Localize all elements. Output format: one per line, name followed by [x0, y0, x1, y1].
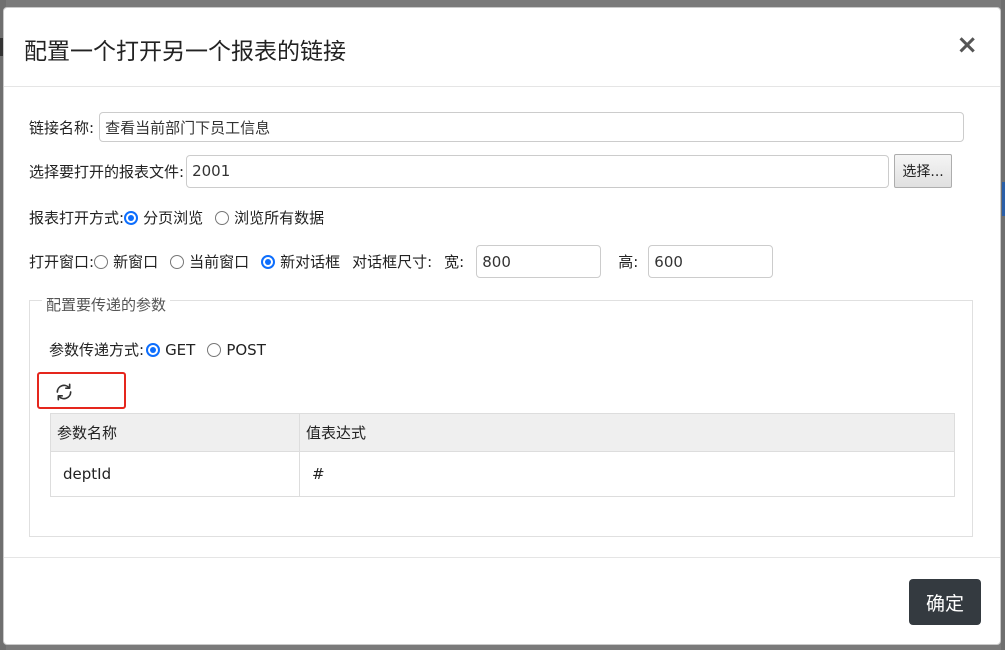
backdrop-right: [1001, 0, 1005, 650]
method-post-radio[interactable]: [207, 342, 222, 357]
open-window-label: 打开窗口:: [29, 253, 95, 271]
window-dialog-radio[interactable]: [261, 254, 276, 269]
window-dialog-label: 新对话框: [280, 253, 341, 271]
link-name-row: 链接名称:: [29, 112, 965, 142]
refresh-icon[interactable]: [54, 382, 74, 402]
param-method-row: 参数传递方式: GET POST: [49, 339, 278, 360]
close-icon[interactable]: ×: [956, 32, 978, 58]
method-get-label: GET: [165, 340, 196, 359]
report-file-row: 选择要打开的报表文件: 选择...: [29, 154, 953, 188]
window-current-label: 当前窗口: [189, 253, 250, 271]
link-config-dialog: 配置一个打开另一个报表的链接 × 链接名称: 选择要打开的报表文件: 选择...…: [3, 7, 1001, 645]
open-mode-row: 报表打开方式: 分页浏览 浏览所有数据: [29, 207, 336, 228]
dialog-footer: 确定: [4, 557, 1000, 646]
params-legend: 配置要传递的参数: [42, 294, 171, 315]
param-name-cell[interactable]: deptId: [50, 451, 300, 497]
table-row[interactable]: deptId #: [50, 451, 955, 497]
param-value-cell[interactable]: #: [299, 451, 955, 497]
window-new-radio[interactable]: [94, 254, 109, 269]
column-header-value-expression: 值表达式: [299, 413, 955, 452]
link-name-input[interactable]: [99, 112, 965, 142]
window-current-radio[interactable]: [170, 254, 185, 269]
link-name-label: 链接名称:: [29, 118, 95, 137]
method-get-radio[interactable]: [146, 342, 161, 357]
ok-button[interactable]: 确定: [909, 579, 981, 625]
dialog-width-input[interactable]: [476, 245, 602, 278]
dialog-size-label: 对话框尺寸:: [352, 253, 433, 271]
width-label: 宽:: [444, 253, 465, 271]
choose-file-button[interactable]: 选择...: [894, 154, 953, 188]
height-label: 高:: [618, 253, 639, 271]
method-post-label: POST: [226, 340, 266, 359]
method-get-option[interactable]: GET: [146, 341, 195, 359]
params-table: 参数名称 值表达式 deptId #: [50, 413, 955, 497]
open-mode-all-option[interactable]: 浏览所有数据: [215, 207, 324, 228]
dialog-height-input[interactable]: [648, 245, 774, 278]
method-post-option[interactable]: POST: [207, 341, 266, 359]
column-header-param-name: 参数名称: [50, 413, 300, 452]
params-table-header: 参数名称 值表达式: [50, 413, 955, 452]
open-mode-paged-label: 分页浏览: [143, 209, 204, 227]
open-mode-paged-option[interactable]: 分页浏览: [124, 207, 203, 228]
refresh-highlight-box: [37, 372, 126, 409]
report-file-input[interactable]: [186, 154, 890, 188]
open-mode-all-label: 浏览所有数据: [234, 209, 325, 227]
param-method-label: 参数传递方式:: [49, 341, 145, 359]
open-window-row: 打开窗口: 新窗口 当前窗口 新对话框 对话框尺寸: 宽: 高:: [29, 245, 774, 278]
dialog-header: 配置一个打开另一个报表的链接 ×: [4, 8, 1000, 87]
dialog-title: 配置一个打开另一个报表的链接: [24, 39, 346, 65]
window-new-label: 新窗口: [113, 253, 159, 271]
open-mode-all-radio[interactable]: [215, 210, 230, 225]
open-mode-paged-radio[interactable]: [124, 210, 139, 225]
report-file-label: 选择要打开的报表文件:: [29, 162, 185, 181]
window-dialog-option[interactable]: 新对话框: [261, 251, 340, 272]
window-new-option[interactable]: 新窗口: [94, 251, 158, 272]
open-mode-label: 报表打开方式:: [29, 209, 125, 227]
window-current-option[interactable]: 当前窗口: [170, 251, 249, 272]
